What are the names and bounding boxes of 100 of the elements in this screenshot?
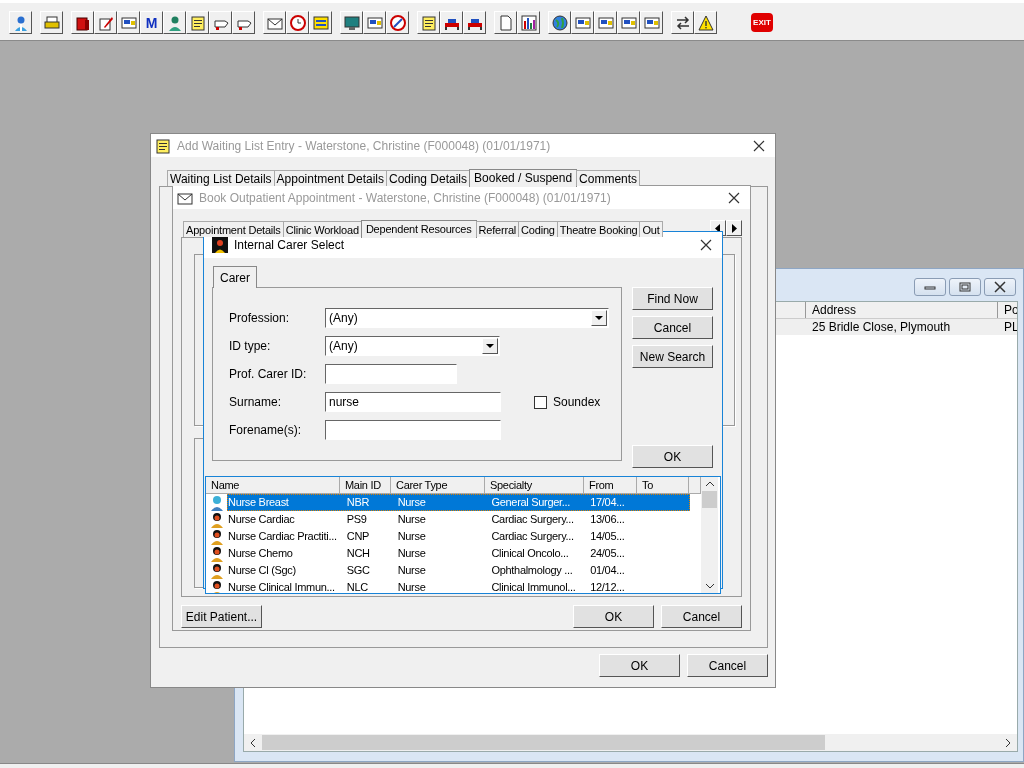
mail-button[interactable]: M [140, 11, 163, 34]
table-cell-text: 24/05... [589, 546, 626, 561]
warning-button[interactable] [694, 11, 717, 34]
table-cell-text: Nurse Cl (Sgc) [227, 563, 297, 578]
column-header[interactable]: Main ID [340, 477, 391, 494]
minimize-button[interactable] [914, 278, 946, 296]
column-header[interactable]: Specialty [485, 477, 584, 494]
dialog-button[interactable]: OK [599, 654, 680, 677]
card-button[interactable] [363, 11, 386, 34]
card-button[interactable] [594, 11, 617, 34]
person-button[interactable] [9, 11, 32, 34]
scrollbar-thumb[interactable] [702, 491, 717, 508]
card-button[interactable] [117, 11, 140, 34]
tab[interactable]: Out [639, 221, 663, 237]
column-header[interactable]: Name [206, 477, 340, 494]
envelope-button[interactable] [263, 11, 286, 34]
card-button[interactable] [617, 11, 640, 34]
input-field[interactable]: nurse [325, 392, 501, 412]
person-button[interactable] [163, 11, 186, 34]
dialog-button[interactable]: Cancel [632, 316, 713, 339]
table-cell-text: Nurse Clinical Immun... [227, 580, 336, 593]
globe-button[interactable] [548, 11, 571, 34]
bed-button[interactable] [440, 11, 463, 34]
tab[interactable]: Comments [576, 170, 641, 186]
list-row[interactable]: Nurse Breast NBR Nurse General Surger... 17/04... [227, 494, 690, 511]
list-button[interactable] [309, 11, 332, 34]
card-button[interactable] [640, 11, 663, 34]
table-cell-text: NLC [345, 580, 369, 593]
list-row[interactable]: Nurse Chemo NCH Nurse Clinical Oncolo... 24/05... [227, 545, 690, 562]
note-icon [420, 14, 437, 31]
table-cell-text: Cardiac Surgery... [490, 529, 575, 544]
close-icon [728, 191, 740, 204]
tab[interactable]: Appointment Details [183, 221, 284, 237]
note-button[interactable] [417, 11, 440, 34]
tab[interactable]: Referral [475, 221, 520, 237]
table-cell-text: Clinical Oncolo... [490, 546, 570, 561]
document-button[interactable] [494, 11, 517, 34]
book-button[interactable] [71, 11, 94, 34]
list-row[interactable]: Nurse Cardiac PS9 Nurse Cardiac Surgery... 13/06... [227, 511, 690, 528]
table-cell-text: Clinical Immunol... [490, 580, 577, 593]
ok-button[interactable]: OK [632, 445, 713, 468]
dialog-button[interactable]: Find Now [632, 287, 713, 310]
table-cell-text: Nurse [396, 495, 427, 510]
dropdown[interactable]: (Any) [325, 308, 609, 328]
no-entry-button[interactable] [386, 11, 409, 34]
note-button[interactable] [186, 11, 209, 34]
window-title: Internal Carer Select [234, 238, 346, 252]
vertical-scrollbar[interactable] [701, 477, 718, 593]
scrollbar-thumb[interactable] [262, 735, 825, 750]
list-row[interactable]: Nurse Cl (Sgc) SGC Nurse Ophthalmology ... 01/04... [227, 562, 690, 579]
checkbox[interactable] [534, 395, 547, 409]
person-icon [210, 545, 224, 562]
tab[interactable]: Carer [213, 266, 257, 288]
monitor-button[interactable] [340, 11, 363, 34]
tab[interactable]: Appointment Details [273, 170, 387, 186]
tab[interactable]: Waiting List Details [167, 170, 275, 186]
dialog-button[interactable]: New Search [632, 345, 713, 368]
person-icon [210, 579, 224, 593]
bed-button[interactable] [463, 11, 486, 34]
column-header[interactable]: From [584, 477, 637, 494]
table-cell-text: SGC [345, 563, 371, 578]
person-icon [212, 237, 228, 253]
scroll-right-button[interactable] [726, 220, 742, 236]
dropdown[interactable]: (Any) [325, 336, 500, 356]
table-cell-text: Nurse [396, 512, 427, 527]
column-header[interactable]: To [637, 477, 689, 494]
printer-button[interactable] [40, 11, 63, 34]
maximize-icon [957, 281, 973, 293]
input-field[interactable] [325, 420, 501, 440]
table-cell-text: Nurse Chemo [227, 546, 294, 561]
document-pen-button[interactable] [94, 11, 117, 34]
close-button[interactable] [984, 278, 1016, 296]
dialog-button[interactable]: Cancel [687, 654, 768, 677]
tab[interactable]: Coding Details [386, 170, 471, 186]
exit-button[interactable]: EXIT [749, 11, 775, 34]
arrows-button[interactable] [671, 11, 694, 34]
table-cell-text: CNP [345, 529, 371, 544]
list-row[interactable]: Nurse Clinical Immun... NLC Nurse Clinical Immunol... 12/12... [227, 579, 690, 593]
tab[interactable]: Booked / Suspend [469, 169, 578, 187]
list-row[interactable]: Nurse Cardiac Practiti... CNP Nurse Cardiac Surgery... 14/05... [227, 528, 690, 545]
dialog-button[interactable]: OK [573, 605, 654, 628]
clock-icon [289, 14, 306, 31]
field-label: ID type: [229, 339, 272, 353]
tab[interactable]: Theatre Booking [556, 221, 641, 237]
table-cell-text: 13/06... [589, 512, 626, 527]
tab[interactable]: Dependent Resources [360, 220, 477, 238]
document-icon [497, 14, 514, 31]
dialog-button[interactable]: Cancel [661, 605, 742, 628]
table-cell-text: Cardiac Surgery... [490, 512, 575, 527]
horizontal-scrollbar[interactable] [244, 734, 1017, 751]
tab[interactable]: Clinic Workload [282, 221, 362, 237]
bar-chart-button[interactable] [517, 11, 540, 34]
tab[interactable]: Coding [518, 221, 558, 237]
table-cell-text: Nurse Cardiac [227, 512, 296, 527]
input-field[interactable] [325, 364, 457, 384]
table-cell-text: 12/12... [589, 580, 626, 593]
card-button[interactable] [571, 11, 594, 34]
column-header[interactable]: Carer Type [391, 477, 485, 494]
edit-patient-button[interactable]: Edit Patient... [181, 605, 262, 628]
clock-button[interactable] [286, 11, 309, 34]
